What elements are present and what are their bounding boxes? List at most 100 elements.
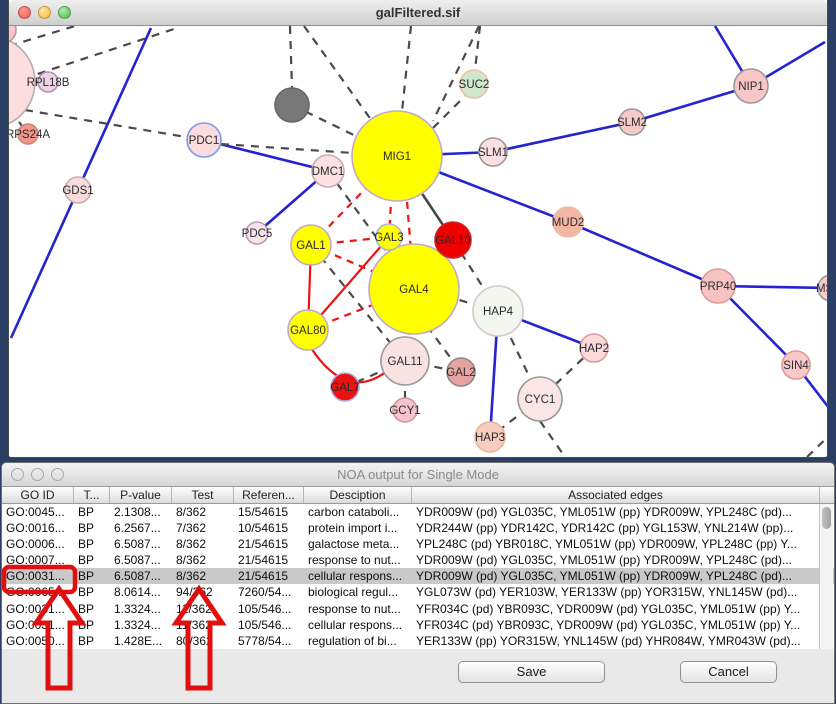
cell-reference[interactable]: 105/546...	[234, 601, 304, 617]
table-row[interactable]: GO:0050...BP1.428E...80/3625778/54...reg…	[2, 633, 834, 649]
cell-go_id[interactable]: GO:0016...	[2, 520, 74, 536]
column-header-go-id[interactable]: GO ID	[2, 487, 74, 503]
cell-type[interactable]: BP	[74, 617, 110, 633]
cell-type[interactable]: BP	[74, 504, 110, 520]
table-row[interactable]: GO:0031...BP1.3324...11/362105/546...cel…	[2, 617, 834, 633]
cell-edges[interactable]: YDR244W (pp) YDR142C, YDR142C (pp) YGL15…	[412, 520, 820, 536]
cell-edges[interactable]: YPL248C (pd) YBR018C, YML051W (pp) YDR00…	[412, 536, 820, 552]
cell-test[interactable]: 94/362	[172, 584, 234, 600]
edge-pp	[568, 222, 718, 286]
cell-test[interactable]: 11/362	[172, 601, 234, 617]
cell-description[interactable]: response to nut...	[304, 552, 412, 568]
cell-p_value[interactable]: 6.5087...	[110, 552, 172, 568]
cell-p_value[interactable]: 6.5087...	[110, 568, 172, 584]
edge-pp	[632, 86, 751, 122]
cell-description[interactable]: cellular respons...	[304, 568, 412, 584]
table-header-row: GO IDT...P-valueTestReferen...Desciption…	[2, 487, 834, 504]
cell-description[interactable]: response to nut...	[304, 601, 412, 617]
cell-test[interactable]: 8/362	[172, 504, 234, 520]
network-window: galFiltered.sif RPL18BRPS24AGDS1PDC1DMC1…	[8, 0, 828, 458]
network-window-titlebar[interactable]: galFiltered.sif	[9, 0, 827, 26]
node-label-DMC1: DMC1	[312, 166, 345, 178]
vertical-scrollbar[interactable]	[819, 504, 833, 649]
cell-test[interactable]: 7/362	[172, 520, 234, 536]
cell-type[interactable]: BP	[74, 568, 110, 584]
node-label-MIG1: MIG1	[383, 151, 411, 163]
cell-description[interactable]: protein import i...	[304, 520, 412, 536]
scrollbar-thumb[interactable]	[822, 507, 831, 529]
cell-go_id[interactable]: GO:0045...	[2, 504, 74, 520]
cell-edges[interactable]: YGL073W (pd) YER103W, YER133W (pp) YOR31…	[412, 584, 820, 600]
save-button[interactable]: Save	[458, 661, 605, 683]
cell-p_value[interactable]: 2.1308...	[110, 504, 172, 520]
column-header-desciption[interactable]: Desciption	[304, 487, 412, 503]
cell-test[interactable]: 80/362	[172, 633, 234, 649]
node-label-GAL11: GAL11	[388, 356, 423, 368]
cell-edges[interactable]: YDR009W (pd) YGL035C, YML051W (pp) YDR00…	[412, 568, 820, 584]
cell-reference[interactable]: 7260/54...	[234, 584, 304, 600]
cell-go_id[interactable]: GO:0031...	[2, 617, 74, 633]
cancel-button[interactable]: Cancel	[680, 661, 777, 683]
cell-edges[interactable]: YDR009W (pd) YGL035C, YML051W (pp) YDR00…	[412, 552, 820, 568]
table-row[interactable]: GO:0045...BP2.1308...8/36215/54615carbon…	[2, 504, 834, 520]
cell-test[interactable]: 8/362	[172, 552, 234, 568]
cell-test[interactable]: 11/362	[172, 617, 234, 633]
cell-go_id[interactable]: GO:0007...	[2, 552, 74, 568]
cell-edges[interactable]: YER133W (pp) YOR315W, YNL145W (pd) YHR08…	[412, 633, 820, 649]
noa-window-titlebar[interactable]: NOA output for Single Mode	[2, 463, 834, 487]
cell-type[interactable]: BP	[74, 520, 110, 536]
cell-go_id[interactable]: GO:0031...	[2, 601, 74, 617]
cell-description[interactable]: cellular respons...	[304, 617, 412, 633]
cell-p_value[interactable]: 6.5087...	[110, 536, 172, 552]
cell-go_id[interactable]: GO:0031...	[2, 568, 74, 584]
column-header-referen-[interactable]: Referen...	[234, 487, 304, 503]
cell-type[interactable]: BP	[74, 536, 110, 552]
cell-go_id[interactable]: GO:0065...	[2, 584, 74, 600]
cell-reference[interactable]: 105/546...	[234, 617, 304, 633]
cell-reference[interactable]: 10/54615	[234, 520, 304, 536]
cell-p_value[interactable]: 1.428E...	[110, 633, 172, 649]
cell-description[interactable]: regulation of bi...	[304, 633, 412, 649]
table-row[interactable]: GO:0016...BP6.2567...7/36210/54615protei…	[2, 520, 834, 536]
cell-edges[interactable]: YDR009W (pd) YGL035C, YML051W (pp) YDR00…	[412, 504, 820, 520]
table-row[interactable]: GO:0031...BP1.3324...11/362105/546...res…	[2, 601, 834, 617]
node-label-HAP4: HAP4	[483, 306, 514, 318]
cell-p_value[interactable]: 1.3324...	[110, 601, 172, 617]
cell-type[interactable]: BP	[74, 601, 110, 617]
cell-reference[interactable]: 15/54615	[234, 504, 304, 520]
cell-type[interactable]: BP	[74, 633, 110, 649]
column-header-test[interactable]: Test	[172, 487, 234, 503]
cell-description[interactable]: galactose meta...	[304, 536, 412, 552]
cell-go_id[interactable]: GO:0006...	[2, 536, 74, 552]
column-header-associated-edges[interactable]: Associated edges	[412, 487, 820, 503]
node-label-PDC5: PDC5	[242, 228, 273, 240]
column-header-p-value[interactable]: P-value	[110, 487, 172, 503]
cell-p_value[interactable]: 8.0614...	[110, 584, 172, 600]
node-gray-unlabeled[interactable]	[275, 88, 309, 122]
cell-test[interactable]: 8/362	[172, 568, 234, 584]
cell-type[interactable]: BP	[74, 584, 110, 600]
cell-reference[interactable]: 5778/54...	[234, 633, 304, 649]
network-canvas[interactable]: RPL18BRPS24AGDS1PDC1DMC1MIG1SUC2SLM1SLM2…	[9, 26, 827, 457]
node-label-GAL4: GAL4	[399, 284, 429, 296]
node-label-PDC1: PDC1	[189, 135, 220, 147]
cell-edges[interactable]: YFR034C (pd) YBR093C, YDR009W (pd) YGL03…	[412, 617, 820, 633]
column-header-t-[interactable]: T...	[74, 487, 110, 503]
cell-reference[interactable]: 21/54615	[234, 536, 304, 552]
table-row[interactable]: GO:0006...BP6.5087...8/36221/54615galact…	[2, 536, 834, 552]
cell-test[interactable]: 8/362	[172, 536, 234, 552]
cell-reference[interactable]: 21/54615	[234, 552, 304, 568]
cell-reference[interactable]: 21/54615	[234, 568, 304, 584]
table-row[interactable]: GO:0031...BP6.5087...8/36221/54615cellul…	[2, 568, 834, 584]
cell-edges[interactable]: YFR034C (pd) YBR093C, YDR009W (pd) YGL03…	[412, 601, 820, 617]
cell-go_id[interactable]: GO:0050...	[2, 633, 74, 649]
cell-description[interactable]: biological regul...	[304, 584, 412, 600]
cell-type[interactable]: BP	[74, 552, 110, 568]
cell-p_value[interactable]: 6.2567...	[110, 520, 172, 536]
table-row[interactable]: GO:0065...BP8.0614...94/3627260/54...bio…	[2, 584, 834, 600]
table-row[interactable]: GO:0007...BP6.5087...8/36221/54615respon…	[2, 552, 834, 568]
node-corner-pink[interactable]	[9, 26, 16, 43]
node-label-SUC2: SUC2	[459, 79, 490, 91]
cell-description[interactable]: carbon cataboli...	[304, 504, 412, 520]
cell-p_value[interactable]: 1.3324...	[110, 617, 172, 633]
